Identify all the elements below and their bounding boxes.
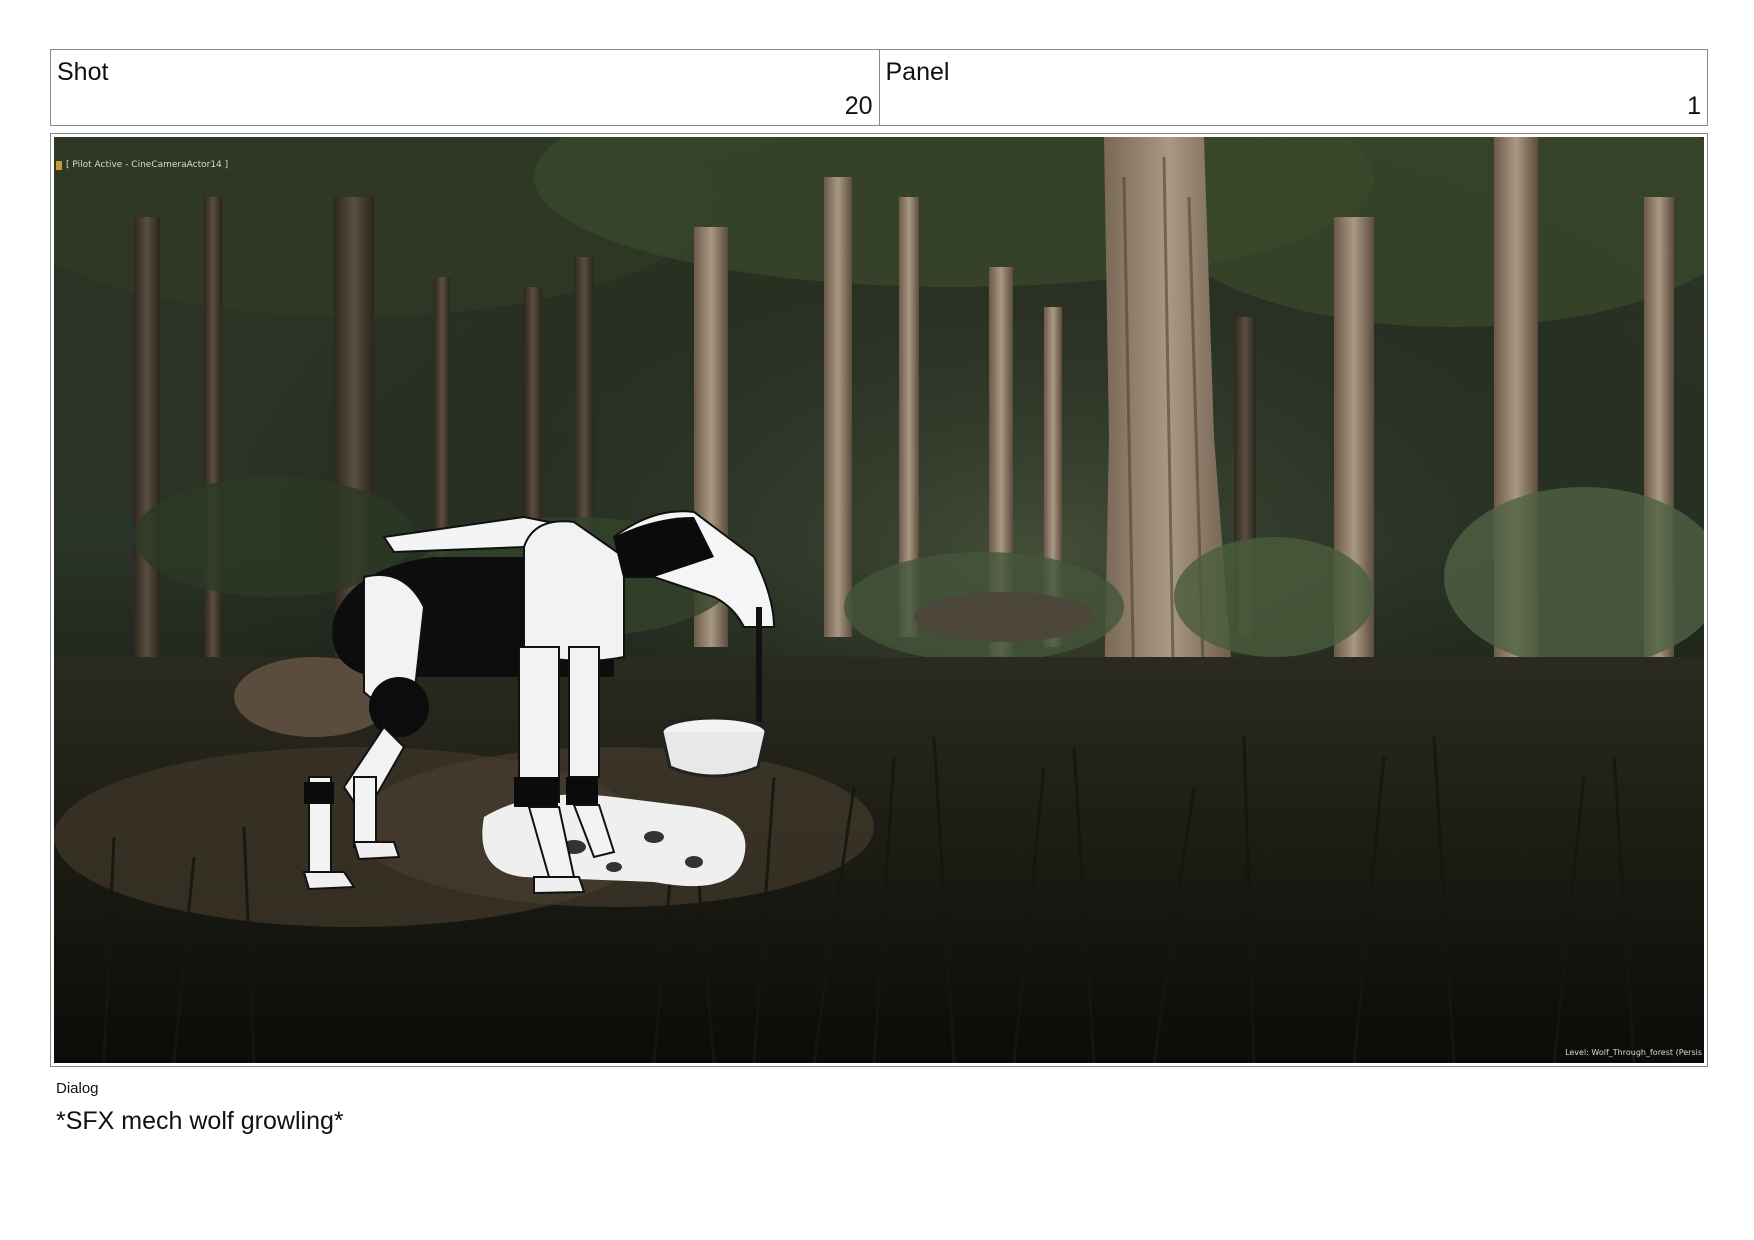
- dialog-label: Dialog: [56, 1080, 99, 1097]
- pin-icon: [56, 160, 62, 170]
- pilot-camera-text: [ Pilot Active - CineCameraActor14 ]: [66, 160, 229, 170]
- shot-number: 20: [844, 92, 873, 120]
- shot-cell: Shot 20: [51, 50, 879, 125]
- storyboard-frame: [ Pilot Active - CineCameraActor14 ] Lev…: [50, 133, 1708, 1067]
- level-name-overlay: Level: Wolf_Through_forest (Persis: [1565, 1048, 1702, 1057]
- panel-number: 1: [1687, 92, 1701, 120]
- storyboard-image: [ Pilot Active - CineCameraActor14 ] Lev…: [54, 137, 1704, 1063]
- forest-scene-illustration: [54, 137, 1704, 1063]
- panel-label: Panel: [885, 58, 950, 86]
- shot-panel-header: Shot 20 Panel 1: [50, 49, 1708, 126]
- pilot-camera-overlay: [ Pilot Active - CineCameraActor14 ]: [56, 160, 228, 170]
- dialog-text: *SFX mech wolf growling*: [56, 1107, 344, 1135]
- shot-label: Shot: [57, 58, 109, 86]
- panel-cell: Panel 1: [878, 50, 1708, 125]
